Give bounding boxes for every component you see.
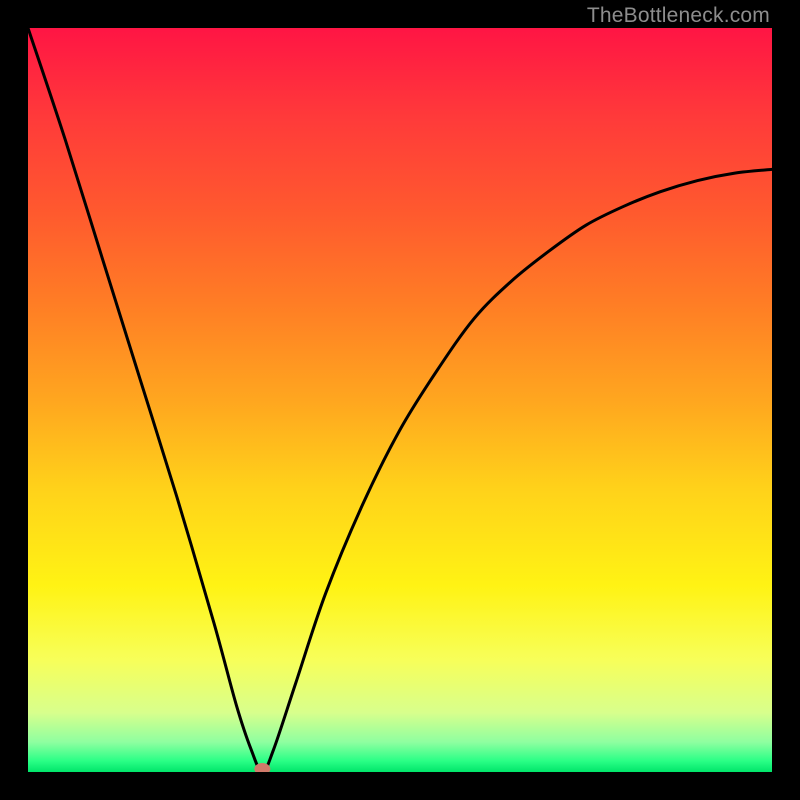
watermark-text: TheBottleneck.com <box>587 4 770 28</box>
chart-frame <box>0 0 800 800</box>
